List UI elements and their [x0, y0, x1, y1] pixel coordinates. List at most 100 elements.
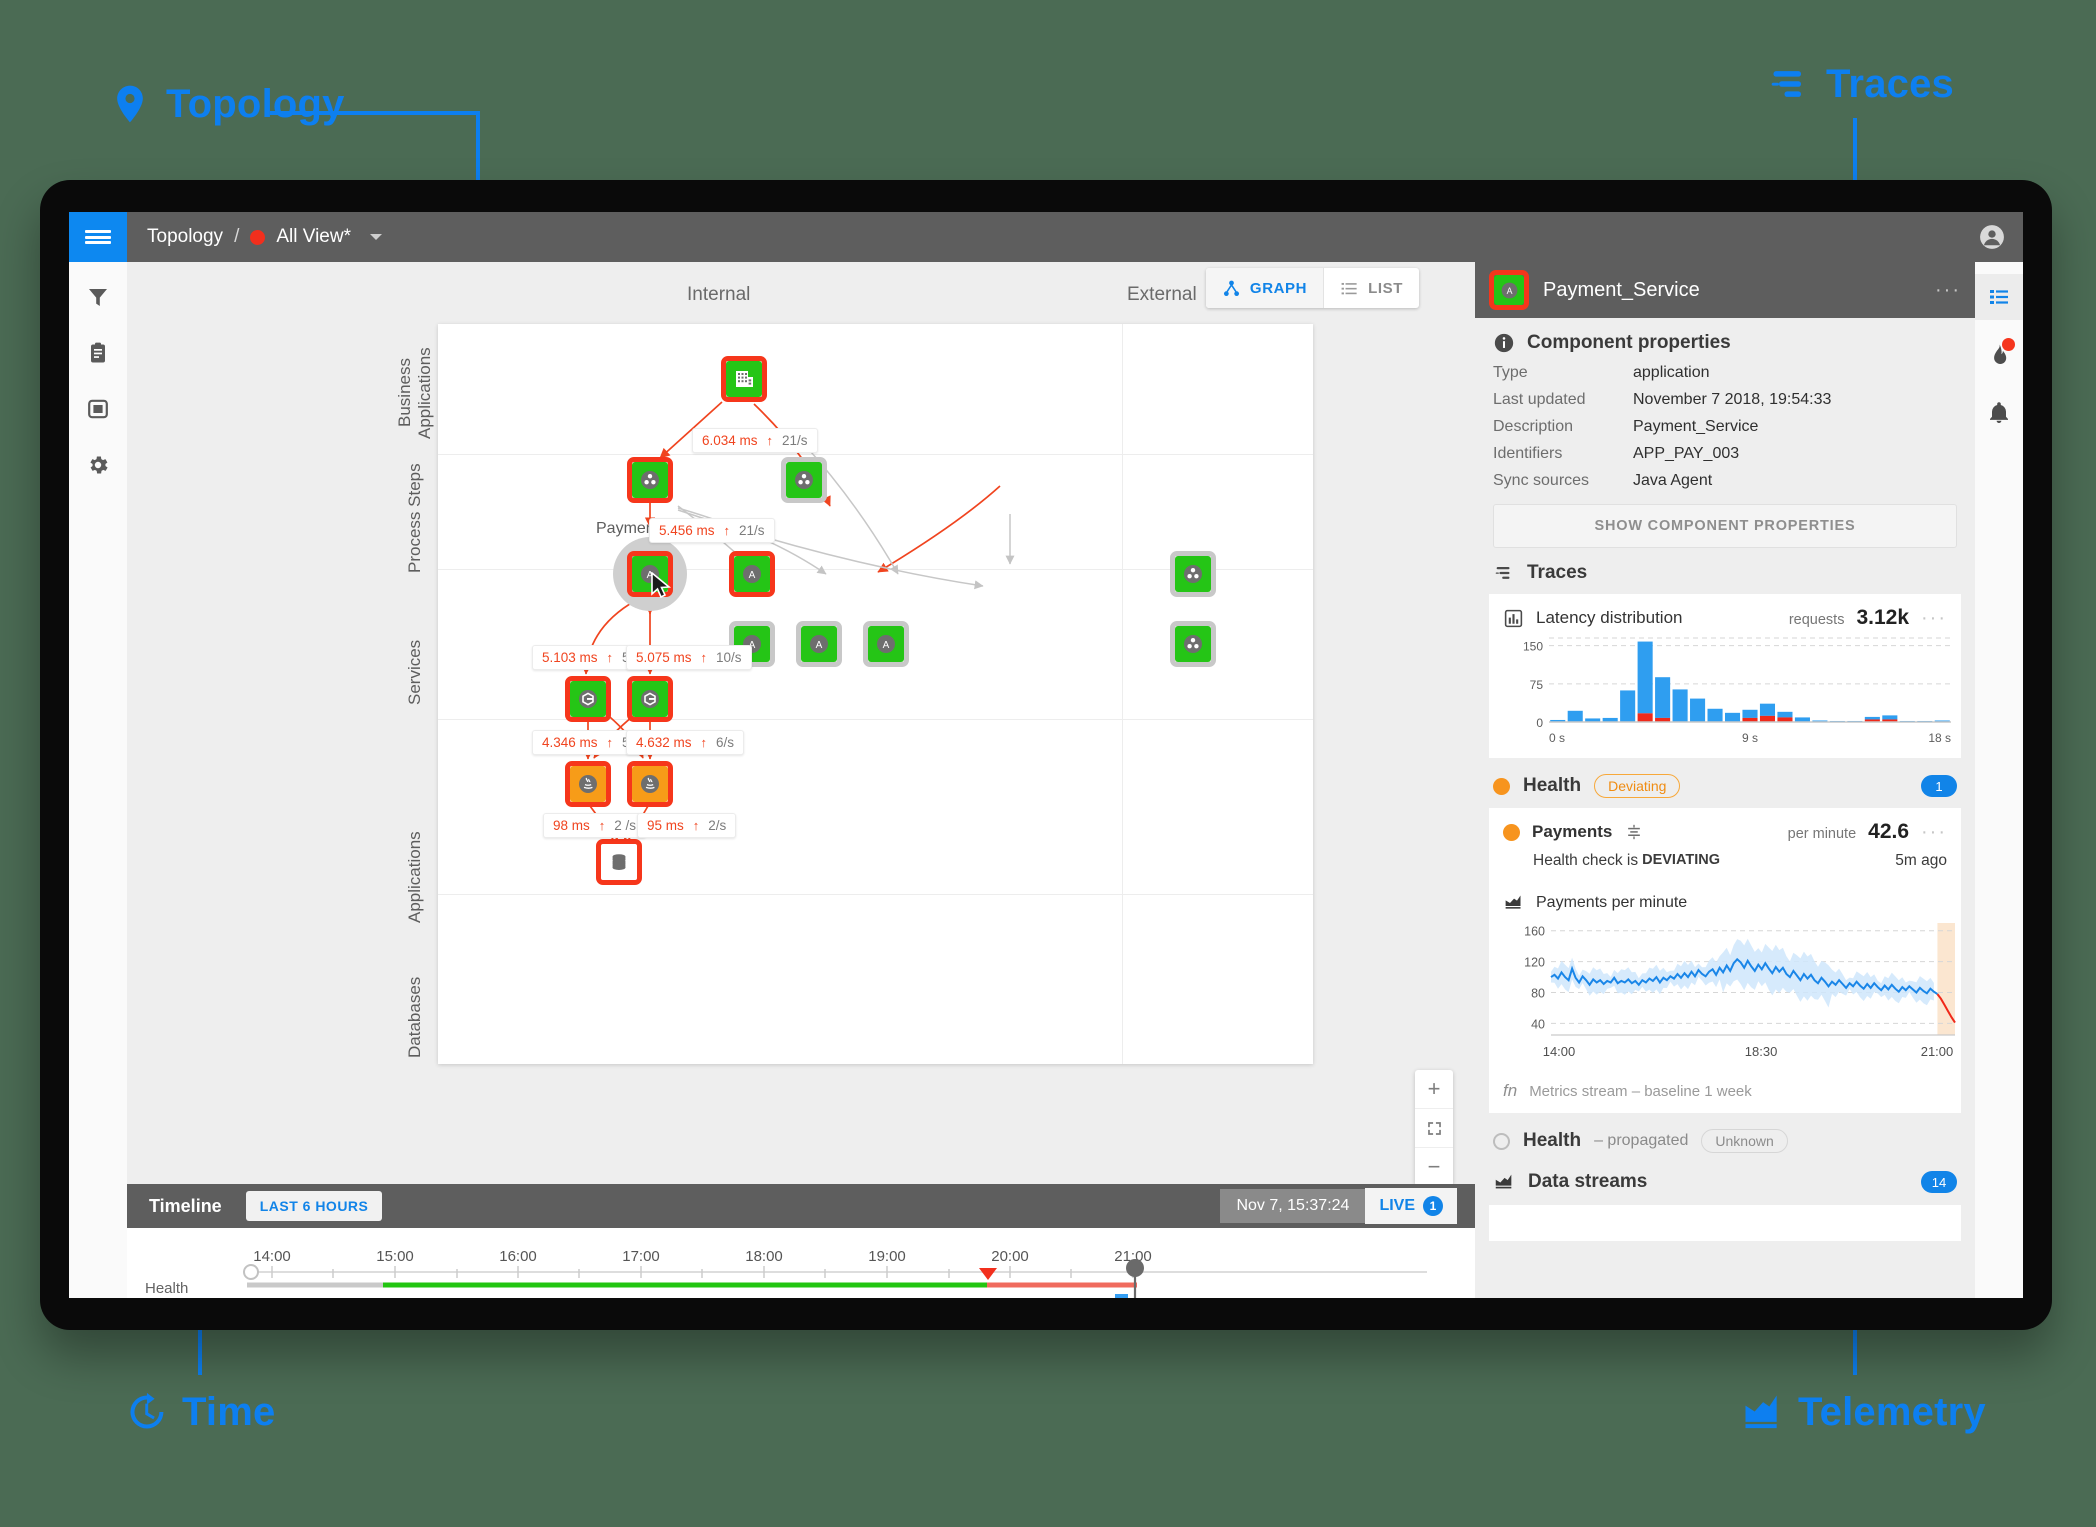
- edge-trend-icon: ↑: [700, 650, 708, 665]
- node-business-application[interactable]: [721, 356, 767, 402]
- payments-per-minute-card[interactable]: Payments per minute 40 80 120 160 14:00 18:30…: [1489, 886, 1961, 1073]
- node-process-step-1[interactable]: [627, 457, 673, 503]
- zoom-fit-button[interactable]: [1415, 1109, 1453, 1148]
- health-check-state: DEVIATING: [1642, 852, 1720, 868]
- metrics-stream-row[interactable]: fn Metrics stream – baseline 1 week: [1489, 1073, 1961, 1113]
- zoom-out-button[interactable]: −: [1415, 1148, 1453, 1186]
- node-application-2[interactable]: [627, 676, 673, 722]
- flame-icon[interactable]: [1975, 332, 2023, 378]
- hamburger-menu-icon[interactable]: [69, 212, 127, 262]
- tab-graph-label: GRAPH: [1249, 279, 1308, 297]
- edge-trend-icon: ↑: [766, 433, 774, 448]
- svg-text:80: 80: [1531, 987, 1545, 1001]
- card-overflow-menu[interactable]: ···: [1921, 607, 1947, 630]
- chevron-down-icon[interactable]: [369, 234, 382, 240]
- node-application-3[interactable]: [565, 761, 611, 807]
- section-title: Health: [1523, 1130, 1582, 1151]
- clipboard-icon[interactable]: [69, 332, 127, 374]
- zoom-controls[interactable]: + −: [1415, 1070, 1453, 1186]
- edge-trend-icon: ↑: [606, 735, 614, 750]
- area-chart-icon: [1495, 1174, 1512, 1189]
- tab-list[interactable]: LIST: [1323, 268, 1419, 308]
- timeline-range-button[interactable]: LAST 6 HOURS: [245, 1191, 383, 1221]
- payments-unit: per minute: [1787, 826, 1857, 842]
- node-service-d[interactable]: A: [863, 621, 909, 667]
- map-pin-icon: [117, 85, 143, 123]
- topology-canvas[interactable]: Internal External GRAPH LIST Business Ap…: [127, 262, 1475, 1228]
- svg-text:0 s: 0 s: [1549, 731, 1565, 745]
- health-status-dot: [1493, 777, 1510, 795]
- breadcrumb-root[interactable]: Topology: [147, 226, 223, 248]
- property-key: Type: [1493, 364, 1528, 381]
- live-count-badge: 1: [1423, 1196, 1443, 1216]
- show-component-properties-button[interactable]: SHOW COMPONENT PROPERTIES: [1493, 504, 1957, 548]
- edge-latency: 6.034 ms: [702, 433, 758, 448]
- timeline-panel: Timeline LAST 6 HOURS Nov 7, 15:37:24 LI…: [127, 1184, 1475, 1298]
- timeline-timestamp[interactable]: Nov 7, 15:37:24: [1220, 1189, 1366, 1223]
- svg-text:A: A: [749, 570, 756, 581]
- view-name[interactable]: All View*: [276, 226, 351, 248]
- filter-icon[interactable]: [69, 276, 127, 318]
- property-row: Last updated November 7 2018, 19:54:33: [1493, 391, 1957, 409]
- app-screen: Topology / All View* Internal External G…: [69, 212, 2023, 1298]
- lane-label-process-steps: Process Steps: [405, 463, 424, 573]
- account-circle-icon[interactable]: [1979, 224, 2005, 250]
- bell-icon[interactable]: [1975, 390, 2023, 436]
- node-database[interactable]: [596, 839, 642, 885]
- history-clock-icon: [130, 1392, 164, 1429]
- tab-graph[interactable]: GRAPH: [1205, 268, 1324, 308]
- gear-icon[interactable]: [69, 444, 127, 486]
- annotation-label: Telemetry: [1798, 1390, 1986, 1434]
- health-propagated-row[interactable]: Health – propagated Unknown: [1475, 1113, 1975, 1165]
- node-external-service-2[interactable]: [1170, 621, 1216, 667]
- node-application-4[interactable]: [627, 761, 673, 807]
- edge-rate: 2/s: [708, 818, 727, 833]
- edge-trend-icon: ↑: [700, 735, 708, 750]
- card-value: 3.12k: [1856, 606, 1910, 629]
- jvm-icon: [570, 766, 606, 802]
- area-chart-icon: [1505, 895, 1521, 909]
- component-name: Payment_Service: [1543, 278, 1700, 301]
- node-external-service-1[interactable]: [1170, 551, 1216, 597]
- mouse-cursor-icon: [651, 572, 672, 599]
- svg-text:40: 40: [1531, 1017, 1545, 1031]
- node-process-step-2[interactable]: [781, 457, 827, 503]
- edge-label: 5.075 ms ↑ 10/s: [626, 645, 752, 670]
- traces-icon: [1771, 71, 1801, 97]
- edge-rate: 6/s: [716, 735, 735, 750]
- payments-overflow-menu[interactable]: ···: [1921, 821, 1947, 844]
- layers-icon[interactable]: [69, 388, 127, 430]
- node-service-a[interactable]: A: [729, 551, 775, 597]
- metrics-stream-text: Metrics stream – baseline 1 week: [1529, 1082, 1752, 1100]
- process-step-icon: [1175, 626, 1211, 662]
- lane-label-services: Services: [405, 639, 424, 705]
- zoom-in-button[interactable]: +: [1415, 1070, 1453, 1109]
- edge-latency: 95 ms: [647, 818, 684, 833]
- card-unit: requests: [1788, 612, 1845, 628]
- business-application-icon: [726, 361, 762, 397]
- view-toggle[interactable]: GRAPH LIST: [1205, 268, 1419, 308]
- payments-health-card[interactable]: Payments per minute 42.6 ··· Health chec…: [1489, 808, 1961, 886]
- timeline-graphics[interactable]: [127, 1228, 1475, 1298]
- latency-distribution-card[interactable]: Latency distribution requests 3.12k ··· …: [1489, 594, 1961, 758]
- gateway-icon: [632, 681, 668, 717]
- jvm-icon: [632, 766, 668, 802]
- list-view-icon[interactable]: [1975, 274, 2023, 320]
- edge-latency: 98 ms: [553, 818, 590, 833]
- property-value: application: [1633, 364, 1710, 381]
- timeline-body[interactable]: Health Events 14:00 15:00 16:00 17:00 18…: [127, 1228, 1475, 1298]
- application-icon: A: [801, 626, 837, 662]
- application-icon: A: [868, 626, 904, 662]
- edge-rate: 21/s: [739, 523, 765, 538]
- data-streams-row[interactable]: Data streams 14: [1475, 1165, 1975, 1205]
- detail-overflow-menu[interactable]: ···: [1935, 279, 1961, 302]
- svg-text:150: 150: [1523, 640, 1543, 654]
- live-button[interactable]: LIVE 1: [1365, 1188, 1457, 1224]
- process-step-icon: [786, 462, 822, 498]
- node-application-1[interactable]: [565, 676, 611, 722]
- node-service-c[interactable]: A: [796, 621, 842, 667]
- data-streams-card[interactable]: [1489, 1205, 1961, 1241]
- traces-icon: [1495, 567, 1510, 579]
- topology-graph[interactable]: Payment_Service A A A A: [438, 324, 1313, 1064]
- timeline-event-bars: [1115, 1294, 1128, 1298]
